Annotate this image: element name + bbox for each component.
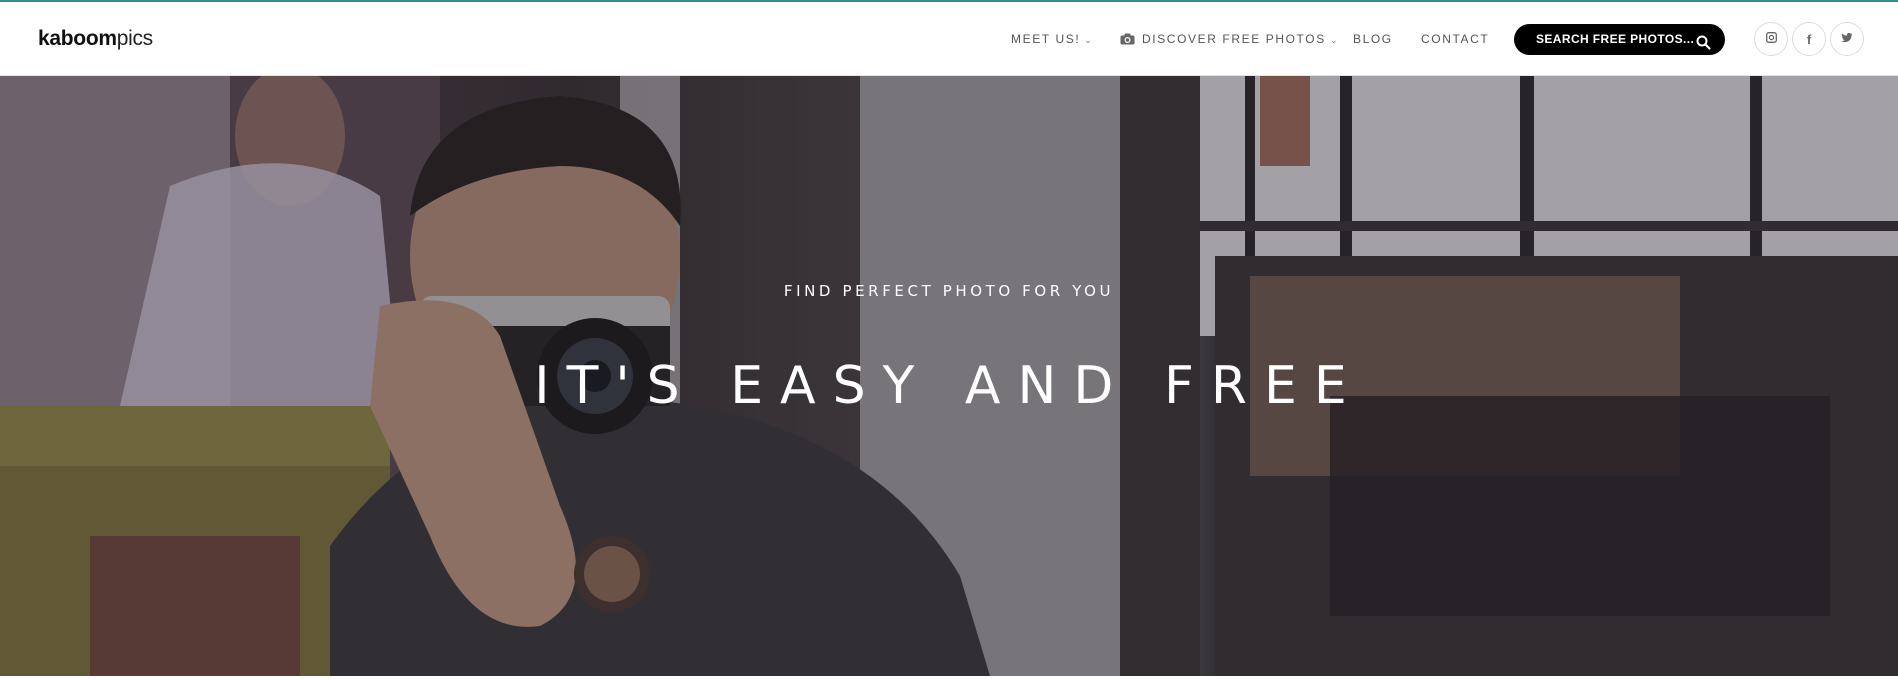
nav-item-meet-us[interactable]: MEET US! ⌄ (1011, 32, 1093, 46)
chevron-down-icon: ⌄ (1329, 35, 1339, 45)
logo-bold-part: kaboom (38, 27, 117, 50)
hero-title: IT'S EASY AND FREE (534, 356, 1364, 416)
nav-item-label: BLOG (1353, 32, 1393, 46)
nav-item-discover-free-photos[interactable]: DISCOVER FREE PHOTOS ⌄ (1120, 32, 1339, 48)
instagram-button[interactable] (1754, 22, 1788, 56)
nav-item-label: MEET US! (1011, 32, 1081, 46)
chevron-down-icon: ⌄ (1084, 35, 1094, 45)
twitter-icon (1841, 30, 1853, 48)
search-input[interactable]: SEARCH FREE PHOTOS... (1514, 24, 1725, 55)
hero-subtitle: FIND PERFECT PHOTO FOR YOU (783, 282, 1115, 300)
twitter-button[interactable] (1830, 22, 1864, 56)
camera-icon (1120, 33, 1135, 48)
site-header: kaboompics MEET US! ⌄ DISCOVER FREE PHOTO… (0, 2, 1898, 76)
nav-item-label: CONTACT (1421, 32, 1490, 46)
nav-item-label: DISCOVER FREE PHOTOS (1142, 32, 1326, 46)
logo-light-part: pics (116, 27, 153, 50)
logo[interactable]: kaboompics (38, 27, 153, 51)
hero-banner: FIND PERFECT PHOTO FOR YOU IT'S EASY AND… (0, 76, 1898, 676)
nav-item-contact[interactable]: CONTACT (1421, 32, 1489, 46)
nav-item-blog[interactable]: BLOG (1353, 32, 1393, 46)
facebook-icon: f (1806, 31, 1812, 47)
search-placeholder: SEARCH FREE PHOTOS... (1536, 32, 1695, 46)
instagram-icon (1765, 30, 1777, 48)
facebook-button[interactable]: f (1792, 22, 1826, 56)
search-icon[interactable] (1696, 31, 1711, 62)
